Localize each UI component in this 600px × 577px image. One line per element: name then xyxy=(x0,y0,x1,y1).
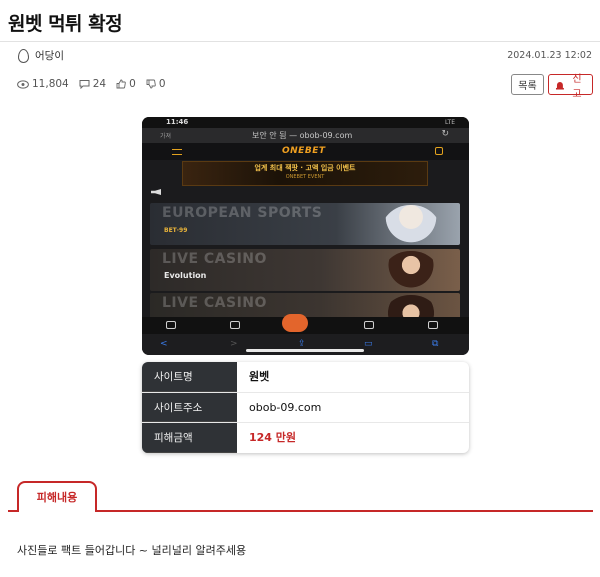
row-label: 사이트주소 xyxy=(142,393,237,422)
author-info[interactable]: 어당이 xyxy=(18,48,64,63)
view-count: 11,804 xyxy=(17,78,69,90)
site-logo: ONEBET xyxy=(282,146,326,156)
post-content: 사진들로 팩트 들어갑니다 ~ 널리널리 알려주세용 xyxy=(17,544,247,557)
banner-sports: EUROPEAN SPORTS BET·99 xyxy=(150,203,460,245)
damage-amount-value: 124 만원 xyxy=(249,431,297,444)
phone-url-bar: 가져 보안 안 됨 — obob-09.com ↻ xyxy=(142,128,469,143)
share-icon: ⇪ xyxy=(298,339,306,349)
thumbs-up-icon xyxy=(116,79,126,89)
list-button[interactable]: 목록 xyxy=(511,74,544,95)
phone-status-bar: 11:46 LTE xyxy=(142,117,469,128)
tabs-icon: ⧉ xyxy=(432,339,439,349)
home-icon xyxy=(282,314,308,332)
siren-icon xyxy=(555,81,564,90)
dislike-count[interactable]: 0 xyxy=(146,78,166,90)
post-stats: 11,804 24 0 0 xyxy=(17,78,166,90)
phone-bottom-nav xyxy=(142,314,469,334)
avatar-icon xyxy=(18,48,29,63)
banner-live-casino: LIVE CASINO Evolution xyxy=(150,249,460,291)
forward-icon: > xyxy=(230,339,238,349)
row-label: 피해금액 xyxy=(142,423,237,453)
home-indicator xyxy=(246,349,364,352)
table-row: 사이트명 원벳 xyxy=(142,362,469,392)
back-icon: < xyxy=(160,339,168,349)
tab-underline xyxy=(8,510,17,512)
comment-icon xyxy=(79,80,90,89)
site-info-table: 사이트명 원벳 사이트주소 obob-09.com 피해금액 124 만원 xyxy=(142,362,469,453)
speaker-icon xyxy=(151,189,161,195)
phone-site-header: ONEBET xyxy=(142,143,469,160)
reload-icon: ↻ xyxy=(441,129,449,139)
hamburger-icon xyxy=(172,149,182,155)
like-count[interactable]: 0 xyxy=(116,78,136,90)
menu-icon xyxy=(428,321,438,329)
site-name-value: 원벳 xyxy=(249,370,270,383)
menu-icon xyxy=(364,321,374,329)
menu-icon xyxy=(230,321,240,329)
tab-damage-details[interactable]: 피해내용 xyxy=(17,481,97,512)
row-label: 사이트명 xyxy=(142,362,237,392)
bookmarks-icon: ▭ xyxy=(364,339,373,349)
evidence-screenshot[interactable]: 11:46 LTE 가져 보안 안 됨 — obob-09.com ↻ ONEB… xyxy=(142,117,469,355)
tab-underline xyxy=(97,510,593,512)
site-url-value: obob-09.com xyxy=(249,401,322,414)
author-name[interactable]: 어당이 xyxy=(35,48,64,63)
table-row: 사이트주소 obob-09.com xyxy=(142,392,469,422)
eye-icon xyxy=(17,79,29,89)
player-image xyxy=(380,205,442,245)
menu-icon xyxy=(166,321,176,329)
title-divider xyxy=(0,41,600,42)
thumbs-down-icon xyxy=(146,79,156,89)
phone-browser-toolbar: < > ⇪ ▭ ⧉ xyxy=(142,334,469,355)
dealer-image xyxy=(380,251,442,291)
comment-count: 24 xyxy=(79,78,106,90)
post-date: 2024.01.23 12:02 xyxy=(507,50,592,61)
post-title: 원벳 먹튀 확정 xyxy=(8,13,123,35)
profile-icon xyxy=(435,147,443,155)
table-row: 피해금액 124 만원 xyxy=(142,422,469,453)
report-button[interactable]: 신고 xyxy=(548,74,593,100)
promo-banner: 업계 최대 잭팟 · 고액 입금 이벤트 ONEBET EVENT xyxy=(182,161,428,186)
